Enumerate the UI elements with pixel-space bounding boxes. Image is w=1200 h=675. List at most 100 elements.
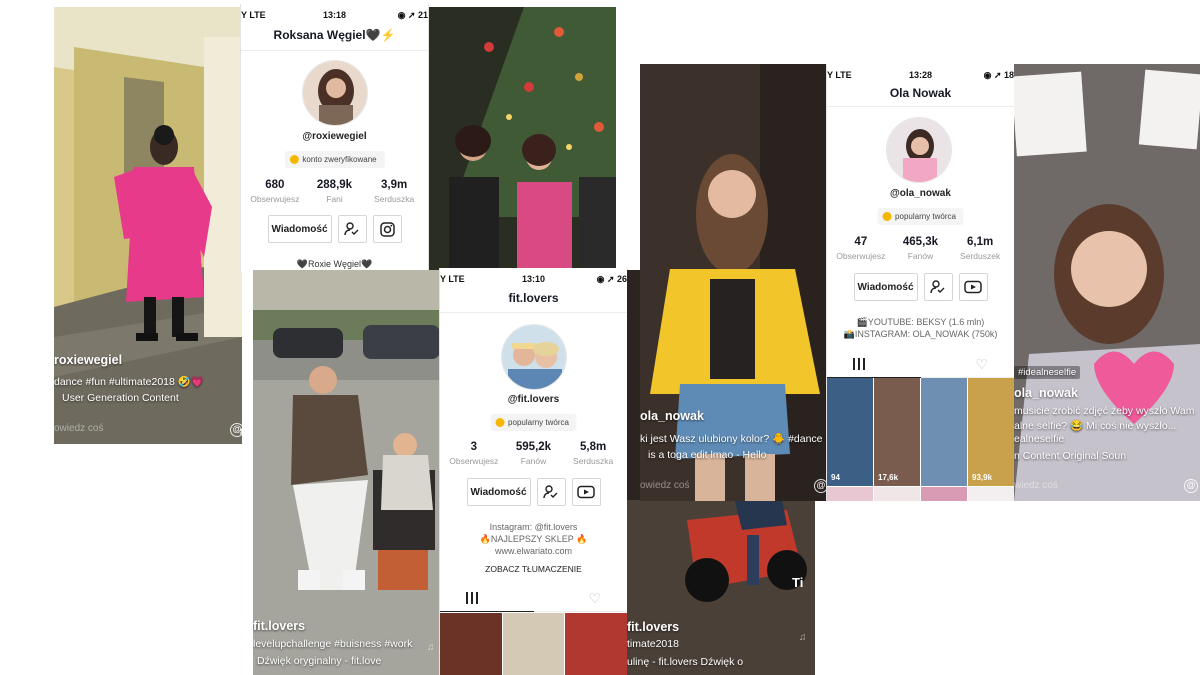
video-thumbnail[interactable] xyxy=(502,613,565,675)
view-count: 94 xyxy=(831,473,840,482)
video-music[interactable]: Dźwięk oryginalny - fit.love xyxy=(257,655,381,667)
profile-stats: 3 Obserwujesz 595,2k Fanów 5,8m Serduszka xyxy=(440,441,627,466)
roxie-video-panel[interactable]: roxiewegiel dance #fun #ultimate2018 🤣💗 … xyxy=(54,7,242,444)
stat-value: 288,9k xyxy=(316,179,353,191)
video-music[interactable]: ulinę - fit.lovers Dźwięk o xyxy=(627,656,743,668)
stat-hearts[interactable]: 6,1m Serduszek xyxy=(951,236,1010,261)
hashtag-chip[interactable]: #idealneselfie xyxy=(1014,366,1081,379)
video-caption: timate2018 xyxy=(627,638,679,650)
stat-hearts[interactable]: 3,9m Serduszka xyxy=(365,179,424,204)
mention-icon[interactable]: @ xyxy=(1184,479,1198,493)
youtube-button[interactable] xyxy=(958,273,988,301)
video-thumbnail[interactable]: 94 xyxy=(827,378,873,486)
video-username[interactable]: fit.lovers xyxy=(253,619,305,633)
status-icons: ◉ ➚ 26 xyxy=(596,274,627,284)
stat-following[interactable]: 47 Obserwujesz xyxy=(831,236,890,261)
translate-link[interactable]: ZOBACZ TŁUMACZENIE xyxy=(440,563,627,575)
music-note-icon: ♫ xyxy=(799,632,807,643)
video-thumbnails xyxy=(440,613,627,675)
video-caption: dance #fun #ultimate2018 🤣💗 xyxy=(54,376,204,388)
stat-fans[interactable]: 595,2k Fanów xyxy=(504,441,563,466)
bio-line-instagram: Instagram: @fit.lovers xyxy=(489,522,578,532)
liked-heart-icon[interactable]: ♡ xyxy=(588,590,601,607)
video-thumbnail[interactable] xyxy=(827,487,873,501)
video-thumbnail[interactable] xyxy=(921,378,967,486)
instagram-button[interactable] xyxy=(372,215,402,243)
youtube-icon xyxy=(964,280,982,294)
video-thumbnail[interactable] xyxy=(968,487,1014,501)
avatar[interactable] xyxy=(302,60,368,126)
stat-value: 5,8m xyxy=(580,441,607,453)
video-thumbnail[interactable] xyxy=(921,487,967,501)
profile-actions: Wiadomość xyxy=(241,215,428,243)
christmas-scene xyxy=(429,7,616,270)
profile-title: fit.lovers xyxy=(508,291,559,305)
video-username[interactable]: ola_nowak xyxy=(640,409,704,423)
follow-button[interactable] xyxy=(923,273,953,301)
roxie-profile-panel: Y LTE 13:18 ◉ ➚ 21 Roksana Węgiel🖤⚡ @rox… xyxy=(240,4,429,272)
follow-button[interactable] xyxy=(536,478,566,506)
profile-title: Ola Nowak xyxy=(889,86,952,100)
video-username[interactable]: roxiewegiel xyxy=(54,353,122,367)
stat-fans[interactable]: 288,9k Fani xyxy=(305,179,364,204)
profile-handle: @roxiewegiel xyxy=(302,131,367,142)
stat-value: 465,3k xyxy=(902,236,939,248)
tiktok-watermark: Ti xyxy=(792,575,804,590)
bio-line-website[interactable]: www.elwariato.com xyxy=(440,545,627,557)
profile-handle: @fit.lovers xyxy=(507,394,560,405)
video-music[interactable]: User Generation Content xyxy=(62,392,179,404)
stat-following[interactable]: 680 Obserwujesz xyxy=(245,179,304,204)
stat-value: 47 xyxy=(854,236,868,248)
video-thumbnail[interactable]: 17,6k xyxy=(874,378,920,486)
message-button[interactable]: Wiadomość xyxy=(466,478,531,506)
stat-label: Serduszek xyxy=(960,251,1001,261)
header-divider xyxy=(241,50,428,51)
stat-fans[interactable]: 465,3k Fanów xyxy=(891,236,950,261)
video-music[interactable]: n Content Original Soun xyxy=(1014,450,1126,462)
stat-value: 6,1m xyxy=(967,236,994,248)
follow-button[interactable] xyxy=(337,215,367,243)
video-thumbnail[interactable]: 93,9k xyxy=(968,378,1014,486)
mention-icon[interactable]: @ xyxy=(230,423,242,437)
avatar[interactable] xyxy=(886,117,952,183)
video-thumbnail[interactable] xyxy=(565,613,627,675)
status-bar: Y LTE 13:18 ◉ ➚ 21 xyxy=(241,8,428,22)
stat-label: Obserwujesz xyxy=(836,251,886,261)
profile-tabs: ♡ xyxy=(440,588,627,612)
comment-input[interactable]: owiedz coś xyxy=(640,480,689,491)
message-button[interactable]: Wiadomość xyxy=(267,215,332,243)
video-music[interactable]: is a toga edit lmao - Hello xyxy=(648,449,766,461)
message-button[interactable]: Wiadomość xyxy=(853,273,918,301)
badge-label: popularny twórca xyxy=(895,212,956,221)
status-bar: Y LTE 13:10 ◉ ➚ 26 xyxy=(440,272,627,286)
stat-following[interactable]: 3 Obserwujesz xyxy=(444,441,503,466)
street-scene xyxy=(253,270,440,675)
profile-handle: @ola_nowak xyxy=(890,188,951,199)
video-username[interactable]: fit.lovers xyxy=(627,620,679,634)
ola-video-panel[interactable]: ola_nowak ki jest Wasz ulubiony kolor? 🐥… xyxy=(640,64,827,501)
comment-input[interactable]: wiedz coś xyxy=(1014,480,1058,491)
avatar[interactable] xyxy=(501,324,567,390)
ola-profile-panel: Y LTE 13:28 ◉ ➚ 18 Ola Nowak @ola_nowak … xyxy=(826,64,1015,501)
videos-grid-icon[interactable] xyxy=(853,358,865,370)
christmas-video-panel[interactable] xyxy=(429,7,616,270)
video-thumbnail[interactable] xyxy=(874,487,920,501)
bio-line-instagram: 📸INSTAGRAM: OLA_NOWAK (750k) xyxy=(843,329,998,339)
person-check-icon xyxy=(930,280,945,294)
ola-video2-panel[interactable]: #idealneselfie ola_nowak musicie zrobić … xyxy=(1014,64,1200,501)
fit-video-panel[interactable]: fit.lovers levelupchallenge #buisness #w… xyxy=(253,270,440,675)
profile-tabs: ♡ xyxy=(827,354,1014,378)
video-thumbnail[interactable] xyxy=(440,613,502,675)
video-caption-line: alne selfie? 😂 Mi coś nie wyszło... xyxy=(1014,420,1177,432)
video-caption: levelupchallenge #buisness #work xyxy=(253,638,413,650)
profile-title: Roksana Węgiel🖤⚡ xyxy=(273,28,396,42)
verified-badge: konto zweryfikowane xyxy=(284,151,385,168)
youtube-button[interactable] xyxy=(571,478,601,506)
stat-label: Fani xyxy=(326,194,343,204)
liked-heart-icon[interactable]: ♡ xyxy=(975,356,988,373)
music-note-icon: ♫ xyxy=(427,642,435,653)
comment-input[interactable]: owiedz coś xyxy=(54,423,103,434)
stat-hearts[interactable]: 5,8m Serduszka xyxy=(564,441,623,466)
videos-grid-icon[interactable] xyxy=(466,592,478,604)
video-username[interactable]: ola_nowak xyxy=(1014,386,1078,400)
